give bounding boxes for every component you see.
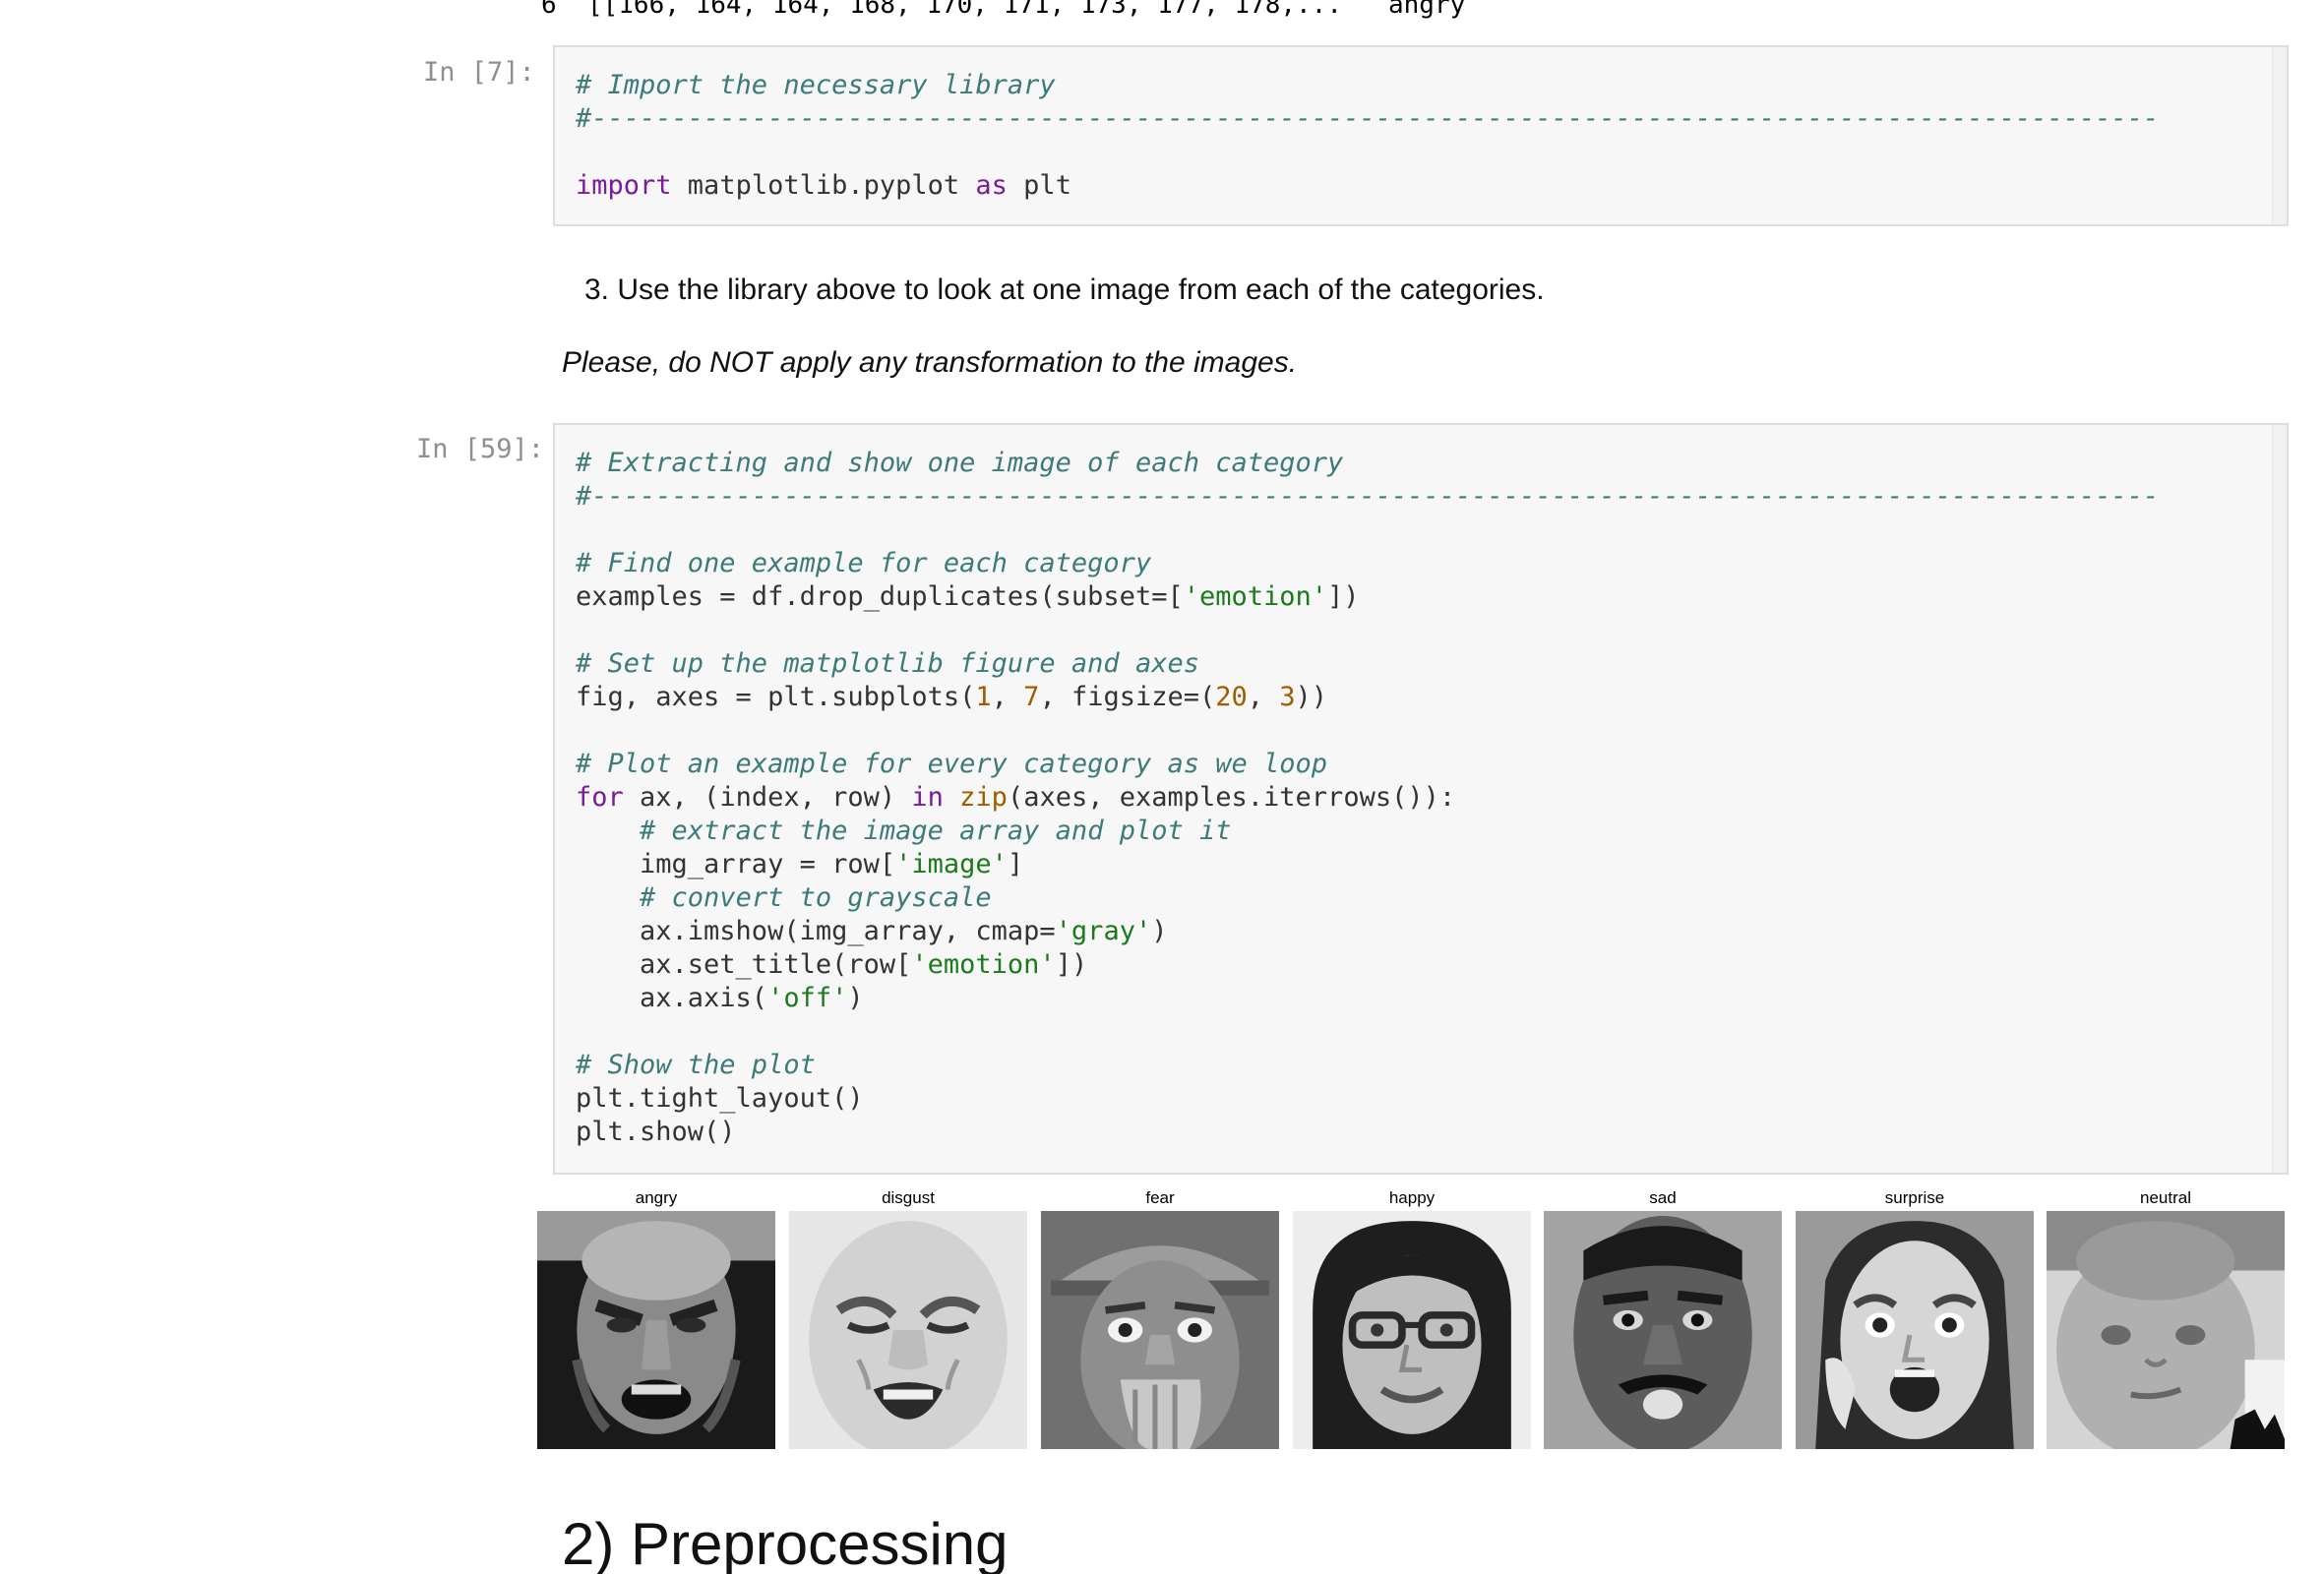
cell-7-prompt: In [7]: — [423, 57, 535, 88]
panel-title: neutral — [2140, 1188, 2191, 1207]
code-line: # Find one example for each category — [576, 548, 1152, 578]
code-line: extract the image array and plot it — [655, 816, 1232, 846]
section-heading: 2) Preprocessing — [562, 1511, 1009, 1574]
markdown-italic-note: Please, do NOT apply any transformation … — [562, 346, 1298, 379]
list-item-number: 3. — [584, 273, 610, 306]
figure-panel-disgust: disgust — [789, 1185, 1027, 1449]
figure-panel-happy: happy — [1293, 1185, 1531, 1449]
code-line: # Import the necessary library — [576, 70, 1056, 100]
output-emotion-cell: angry — [1387, 0, 1466, 20]
fear-face-image — [1041, 1211, 1279, 1449]
code-line: # Show the plot — [576, 1050, 816, 1080]
code-cell-7-source[interactable]: # Import the necessary library #--------… — [576, 69, 2159, 203]
panel-title: sad — [1649, 1188, 1677, 1207]
disgust-face-image — [789, 1211, 1027, 1449]
figure-panel-neutral: neutral — [2047, 1185, 2285, 1449]
output-figure: angry disgust fear happy sad surprise ne… — [537, 1185, 2289, 1451]
panel-title: happy — [1388, 1188, 1436, 1207]
neutral-face-image — [2047, 1211, 2285, 1449]
panel-title: disgust — [882, 1188, 935, 1207]
angry-face-image — [537, 1211, 775, 1449]
code-cell-59[interactable]: # Extracting and show one image of each … — [553, 423, 2289, 1175]
panel-title: angry — [635, 1188, 678, 1207]
figure-panel-sad: sad — [1544, 1185, 1782, 1449]
surprise-face-image — [1796, 1211, 2034, 1449]
code-line: # Set up the matplotlib figure and axes — [576, 648, 1199, 679]
markdown-list-item: 3. Use the library above to look at one … — [584, 273, 1545, 307]
output-row-index: 6 — [541, 0, 557, 20]
sad-face-image — [1544, 1211, 1782, 1449]
code-line: # Plot an example for every category as … — [576, 749, 1328, 779]
code-cell-59-source[interactable]: # Extracting and show one image of each … — [576, 447, 2159, 1149]
output-pixels-cell: [[166, 164, 164, 168, 170, 171, 173, 177… — [586, 0, 1342, 20]
previous-output-row: 6 [[166, 164, 164, 168, 170, 171, 173, 1… — [541, 0, 1465, 20]
figure-panel-fear: fear — [1041, 1185, 1279, 1449]
cell-59-prompt: In [59]: — [416, 434, 545, 464]
panel-title: fear — [1145, 1188, 1175, 1207]
list-item-text: Use the library above to look at one ima… — [617, 273, 1545, 306]
cell-scrollbar[interactable] — [2272, 425, 2287, 1173]
figure-panel-angry: angry — [537, 1185, 775, 1449]
code-line: #---------------------------------------… — [576, 481, 2160, 512]
code-cell-7[interactable]: # Import the necessary library #--------… — [553, 45, 2289, 226]
figure-panel-surprise: surprise — [1796, 1185, 2034, 1449]
cell-scrollbar[interactable] — [2272, 47, 2287, 224]
panel-title: surprise — [1884, 1188, 1945, 1207]
happy-face-image — [1293, 1211, 1531, 1449]
code-line: #---------------------------------------… — [576, 103, 2160, 134]
code-line: # Extracting and show one image of each … — [576, 448, 1344, 478]
